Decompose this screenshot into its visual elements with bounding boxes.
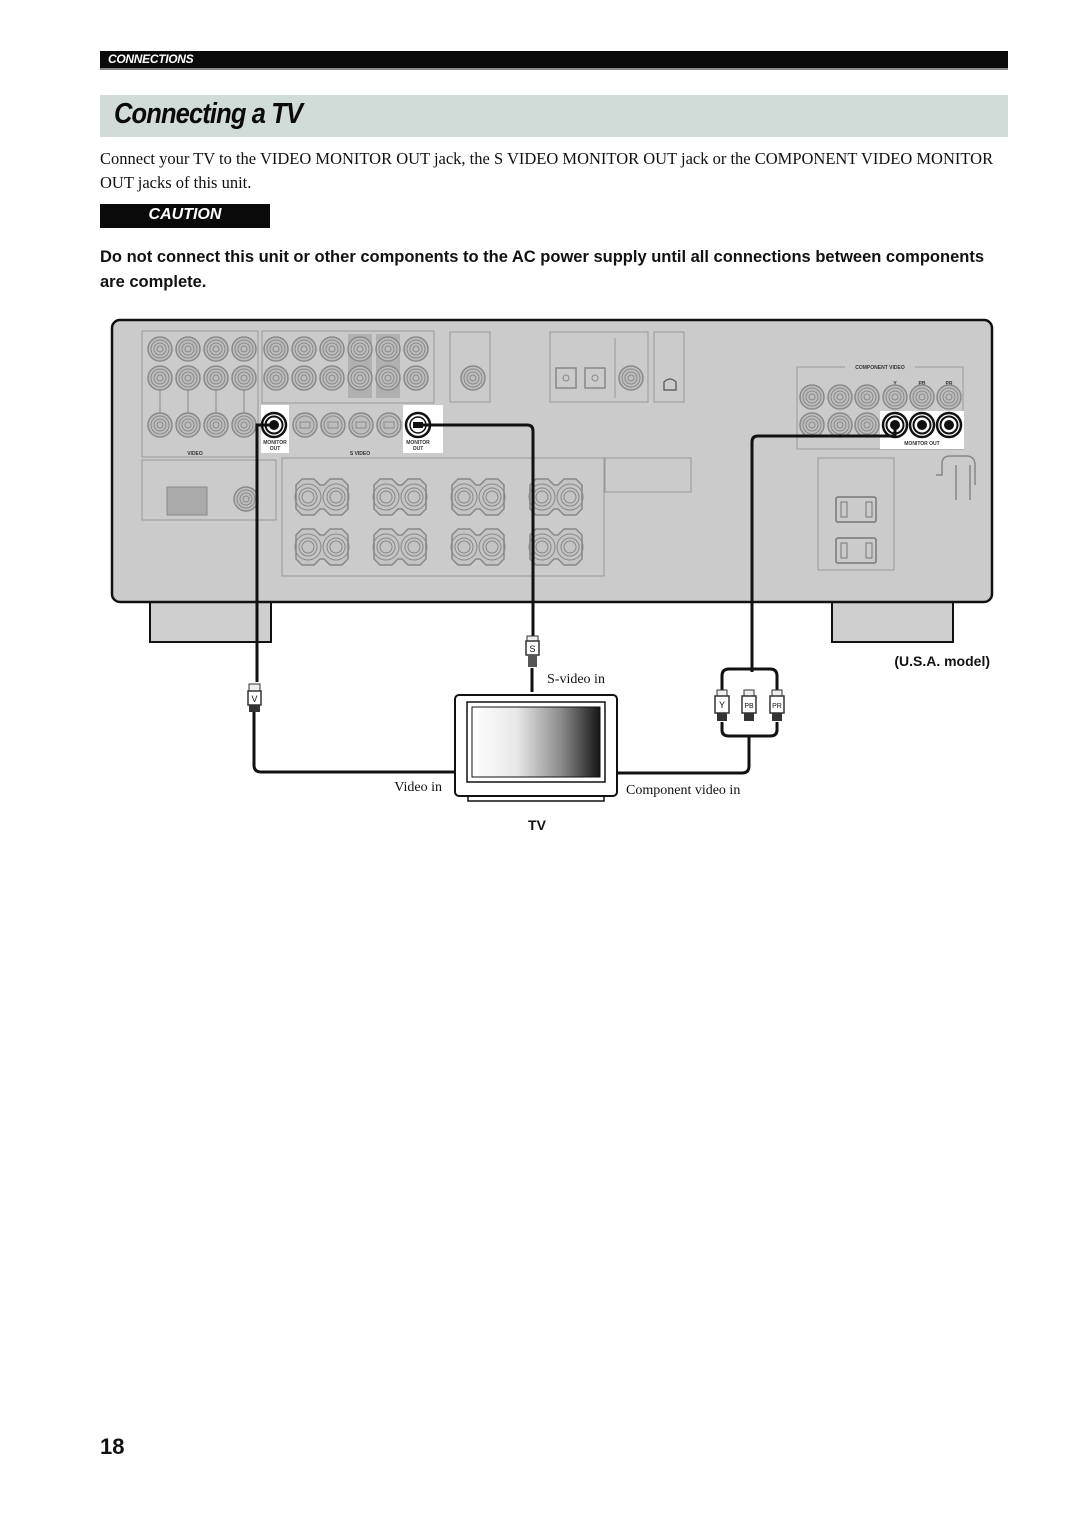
svg-text:OUT: OUT [413,446,424,452]
page-number: 18 [100,1434,125,1459]
receiver-foot-right [831,599,954,643]
receiver-foot-left [149,599,272,643]
component-video-in-label: Component video in [626,783,740,798]
tv-label: TV [528,817,547,833]
s-video-in-label: S-video in [547,672,605,687]
svg-text:Y: Y [719,700,725,710]
svg-text:MONITOR OUT: MONITOR OUT [904,441,939,447]
connection-diagram: VIDEO MONITOR OUT S VIDEO MONITOR OUT CO… [110,318,994,833]
component-video-label: COMPONENT VIDEO [855,365,905,371]
video-in-label: Video in [394,780,442,795]
s-video-section-label: S VIDEO [350,451,370,457]
video-plug: V [247,683,262,712]
svg-text:PR: PR [772,703,782,710]
component-plugs: Y PB PR [714,689,785,721]
component-plug-pb: PB [741,689,757,721]
model-note: (U.S.A. model) [894,653,990,669]
receiver-rear-panel: VIDEO MONITOR OUT S VIDEO MONITOR OUT CO… [110,318,994,643]
component-plug-pr: PR [769,689,785,721]
svg-text:V: V [251,694,257,704]
tv-illustration [454,694,618,802]
video-section-label: VIDEO [187,451,203,457]
component-monitor-out-jacks[interactable]: MONITOR OUT [880,411,964,449]
video-monitor-out-jack[interactable]: MONITOR OUT [260,405,289,453]
component-plug-y: Y [714,689,730,721]
s-video-monitor-out-jack[interactable]: MONITOR OUT [403,405,443,453]
svg-text:PB: PB [744,703,754,710]
s-video-plug: S [525,635,540,667]
svg-text:OUT: OUT [270,446,281,452]
svg-text:S: S [529,644,535,654]
